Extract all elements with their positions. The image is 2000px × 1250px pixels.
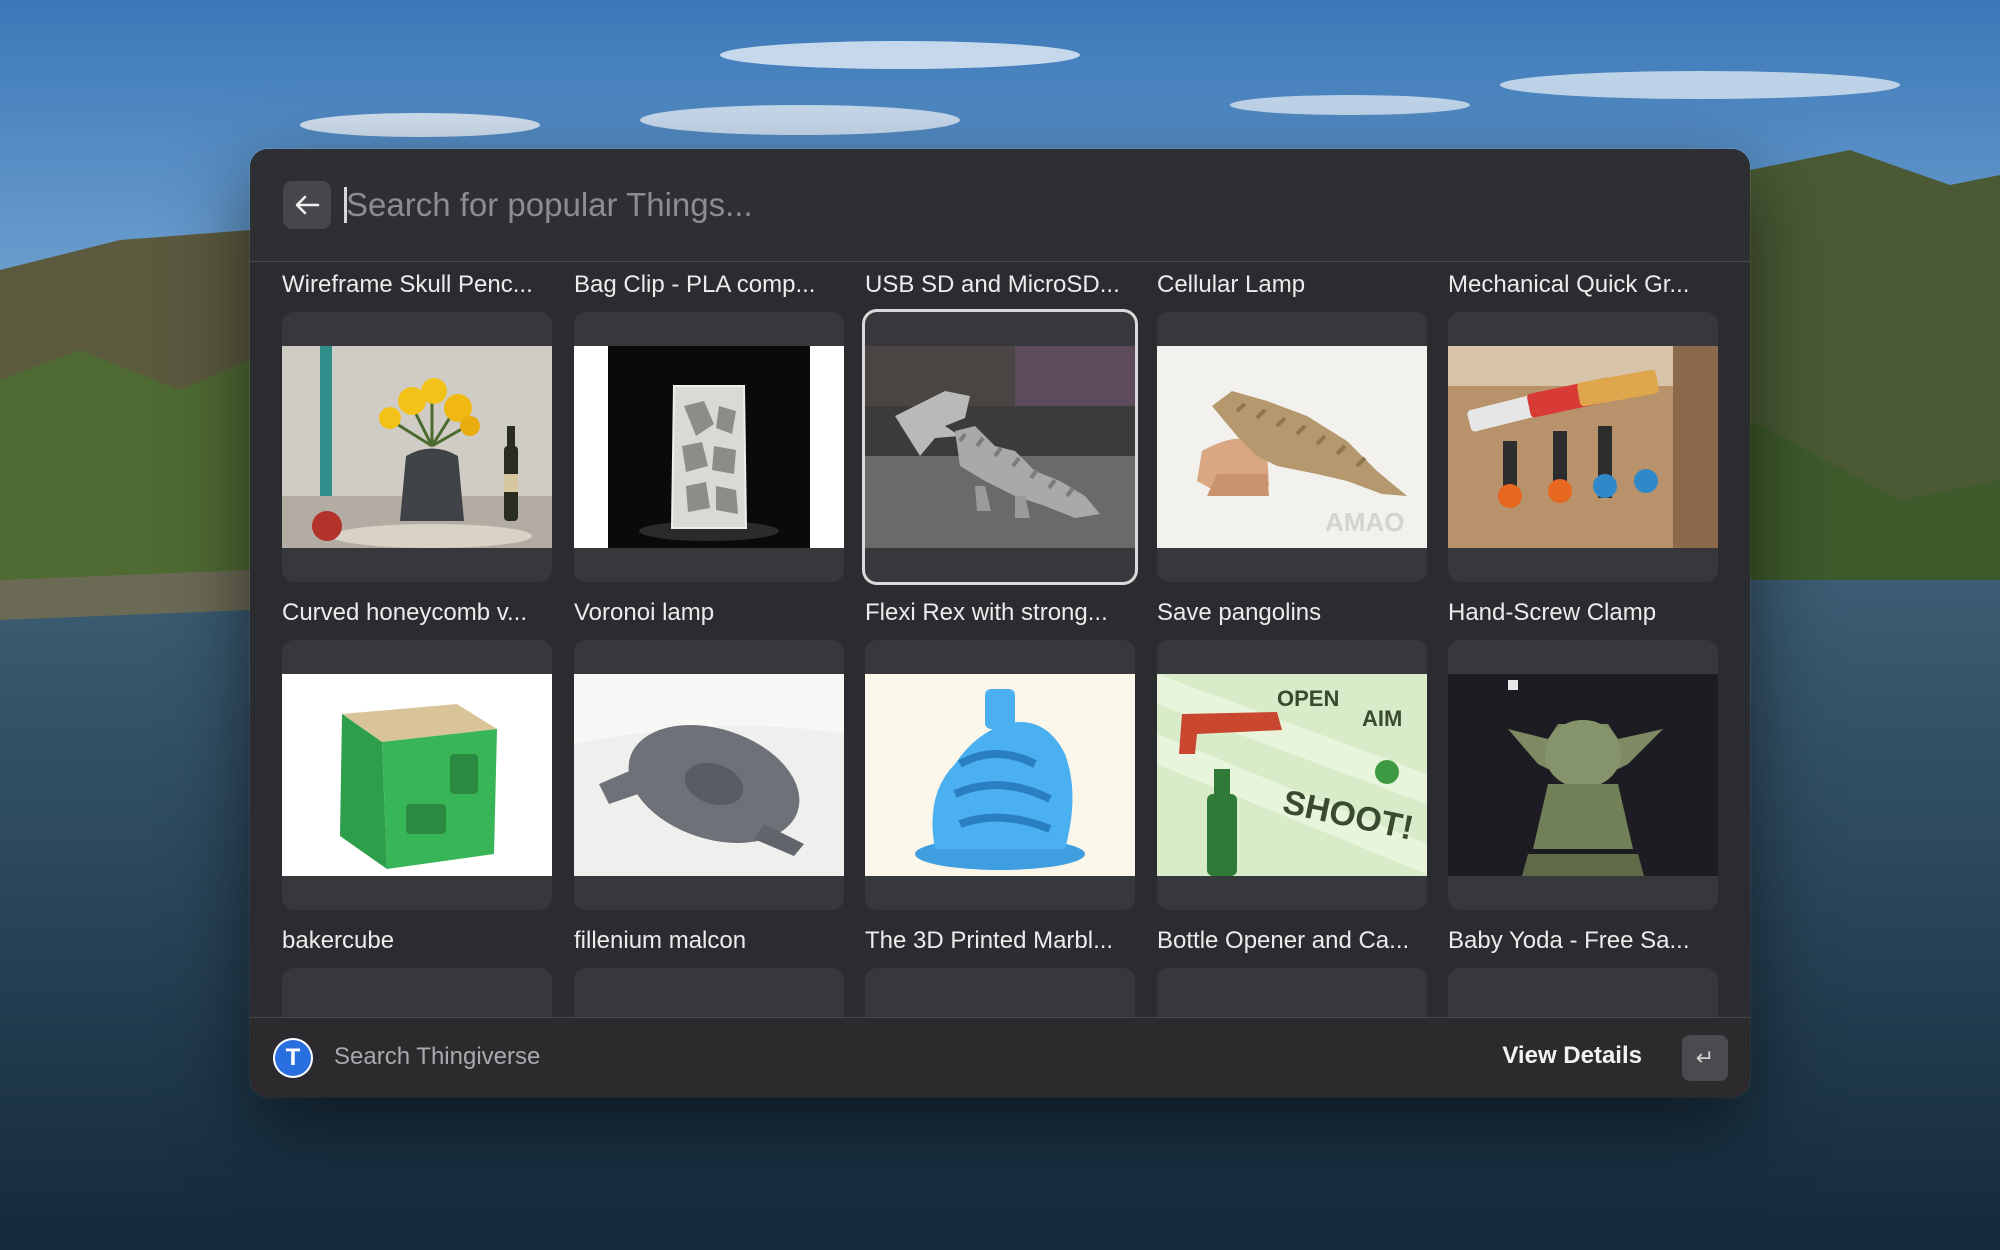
thumbnail-card <box>282 312 552 582</box>
grid-item[interactable] <box>282 968 552 1017</box>
thumbnail-card <box>865 640 1135 910</box>
grid-item-title: Curved honeycomb v... <box>282 599 528 626</box>
grid-item-title: Voronoi lamp <box>574 599 715 626</box>
grid-item[interactable] <box>865 968 1135 1017</box>
thumbnail-card <box>1448 312 1718 582</box>
thumbnail-card: AMAO <box>1157 312 1427 582</box>
grid-item[interactable]: fillenium malcon <box>574 640 844 954</box>
cube-image <box>282 674 552 876</box>
logo-letter: T <box>285 1044 301 1071</box>
grid-item-title: USB SD and MicroSD... <box>865 271 1120 298</box>
thingiverse-logo-icon: T <box>273 1038 313 1078</box>
grid-item[interactable]: OPEN AIM SHOOT! Bottle Opener and Ca... <box>1157 640 1427 954</box>
enter-key-hint[interactable]: ↵ <box>1682 1035 1728 1081</box>
grid-item-title: Mechanical Quick Gr... <box>1448 271 1690 298</box>
grid-item-title: Bottle Opener and Ca... <box>1157 927 1410 954</box>
view-details-button[interactable]: View Details <box>1502 1042 1642 1070</box>
grid-item-title: Cellular Lamp <box>1157 271 1306 298</box>
arrow-left-icon <box>295 195 320 215</box>
search-bar <box>250 149 1750 262</box>
thumbnail-card <box>574 640 844 910</box>
grid-item[interactable]: Baby Yoda - Free Sa... <box>1448 640 1718 954</box>
grid-item-title: Flexi Rex with strong... <box>865 599 1108 626</box>
thumbnail-card <box>1448 968 1718 1017</box>
grid-item-title: Hand-Screw Clamp <box>1448 599 1657 626</box>
grid-item[interactable]: AMAO Save pangolins <box>1157 312 1427 626</box>
grid-item-title: Save pangolins <box>1157 599 1322 626</box>
grid-item[interactable]: Curved honeycomb v... <box>282 312 552 626</box>
search-input[interactable] <box>342 177 1706 233</box>
text-cursor <box>344 187 347 223</box>
grid-item[interactable]: bakercube <box>282 640 552 954</box>
bottle-opener-image: OPEN AIM SHOOT! <box>1157 674 1427 876</box>
clamp-image <box>1448 346 1718 548</box>
results-grid: Wireframe Skull Penc... Bag Clip - PLA c… <box>250 261 1750 1017</box>
vase-image <box>282 346 552 548</box>
spaceship-image <box>574 674 844 876</box>
thumbnail-card <box>1157 968 1427 1017</box>
back-button[interactable] <box>283 181 331 229</box>
grid-item-title: Baby Yoda - Free Sa... <box>1448 927 1690 954</box>
thumbnail-card <box>574 312 844 582</box>
thingiverse-search-window: Wireframe Skull Penc... Bag Clip - PLA c… <box>250 149 1750 1097</box>
grid-item[interactable] <box>1157 968 1427 1017</box>
thumbnail-card <box>282 640 552 910</box>
figurine-image <box>1448 674 1718 876</box>
thumbnail-card <box>865 968 1135 1017</box>
grid-item-title: bakercube <box>282 927 395 954</box>
grid-item[interactable]: Voronoi lamp <box>574 312 844 626</box>
grid-item[interactable] <box>1448 968 1718 1017</box>
grid-item-title: fillenium malcon <box>574 927 747 954</box>
pangolin-image: AMAO <box>1157 346 1427 548</box>
watermark-text: AMAO <box>1325 507 1404 537</box>
action-bar: T Search Thingiverse View Details ↵ <box>250 1017 1750 1097</box>
thumbnail-card <box>282 968 552 1017</box>
grid-item-title: Bag Clip - PLA comp... <box>574 271 816 298</box>
grid-item[interactable] <box>574 968 844 1017</box>
grid-item[interactable]: Hand-Screw Clamp <box>1448 312 1718 626</box>
return-icon: ↵ <box>1695 1045 1715 1070</box>
dinosaur-image <box>865 346 1135 548</box>
extension-title: Search Thingiverse <box>334 1043 541 1070</box>
grid-item-title: Wireframe Skull Penc... <box>282 271 533 298</box>
grid-item[interactable]: Flexi Rex with strong... <box>865 312 1135 626</box>
thumbnail-card <box>865 312 1135 582</box>
thumbnail-card <box>1448 640 1718 910</box>
thumbnail-card: OPEN AIM SHOOT! <box>1157 640 1427 910</box>
grid-item[interactable]: The 3D Printed Marbl... <box>865 640 1135 954</box>
poster-open-text: OPEN <box>1277 686 1339 711</box>
grid-item-title: The 3D Printed Marbl... <box>865 927 1114 954</box>
lamp-image <box>574 346 844 548</box>
thumbnail-card <box>574 968 844 1017</box>
marble-run-image <box>865 674 1135 876</box>
poster-aim-text: AIM <box>1362 706 1402 731</box>
